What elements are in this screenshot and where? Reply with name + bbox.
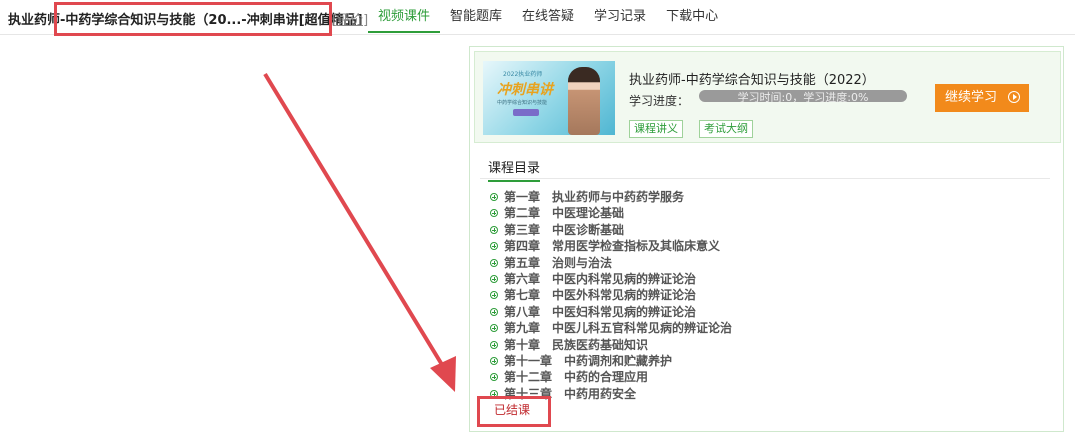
chapter-title: 执业药师与中药药学服务 bbox=[552, 190, 685, 204]
progress-label: 学习进度： bbox=[629, 94, 690, 108]
chapter-number: 第四章 bbox=[504, 239, 541, 254]
chapter-number: 第九章 bbox=[504, 321, 541, 336]
tab-smart-question-bank[interactable]: 智能题库 bbox=[440, 0, 512, 33]
chapter-item[interactable]: 第十二章 中药的合理应用 bbox=[490, 369, 732, 385]
chapter-number: 第五章 bbox=[504, 255, 541, 270]
tab-online-qa[interactable]: 在线答疑 bbox=[512, 0, 584, 33]
expand-plus-icon[interactable] bbox=[490, 209, 498, 218]
continue-learning-label: 继续学习 bbox=[945, 90, 998, 105]
chapter-title: 中医儿科五官科常见病的辨证论治 bbox=[552, 321, 733, 336]
continue-learning-button[interactable]: 继续学习 bbox=[935, 84, 1029, 112]
chapter-title: 常用医学检查指标及其临床意义 bbox=[552, 239, 721, 254]
expand-plus-icon[interactable] bbox=[490, 242, 498, 251]
chapter-item[interactable]: 第六章 中医内科常见病的辨证论治 bbox=[490, 271, 732, 287]
progress-text: 学习时间:0，学习进度:0% bbox=[737, 91, 869, 102]
expand-plus-icon[interactable] bbox=[490, 225, 498, 234]
chapter-number: 第十章 bbox=[504, 337, 541, 352]
chapter-title: 中医内科常见病的辨证论治 bbox=[552, 271, 697, 286]
chapter-item[interactable]: 第三章 中医诊断基础 bbox=[490, 222, 732, 238]
chapter-number: 第十二章 bbox=[504, 370, 553, 385]
chapter-title: 中医妇科常见病的辨证论治 bbox=[552, 304, 697, 319]
chapter-number: 第八章 bbox=[504, 304, 541, 319]
expand-plus-icon[interactable] bbox=[490, 307, 498, 316]
chapter-number: 第二章 bbox=[504, 206, 541, 221]
chapter-title: 中医理论基础 bbox=[552, 206, 625, 221]
course-card-title: 执业药师-中药学综合知识与技能（2022） bbox=[629, 73, 875, 88]
chapter-item[interactable]: 第二章 中医理论基础 bbox=[490, 205, 732, 221]
thumbnail-headline: 冲刺串讲 bbox=[497, 82, 553, 98]
expand-plus-icon[interactable] bbox=[490, 291, 498, 300]
chapter-number: 第三章 bbox=[504, 222, 541, 237]
chapter-title: 治则与治法 bbox=[552, 255, 613, 270]
chapter-number: 第十三章 bbox=[504, 386, 553, 401]
chapter-title: 民族医药基础知识 bbox=[552, 337, 649, 352]
thumbnail-subtitle: 中药学综合知识与技能 bbox=[497, 100, 548, 106]
chapter-title: 中药的合理应用 bbox=[564, 370, 649, 385]
chapter-title: 中医诊断基础 bbox=[552, 222, 625, 237]
play-icon bbox=[1008, 91, 1020, 103]
chapter-item[interactable]: 第七章 中医外科常见病的辨证论治 bbox=[490, 287, 732, 303]
rate-link[interactable]: [评价] bbox=[332, 9, 368, 28]
lecture-notes-button[interactable]: 课程讲义 bbox=[629, 120, 683, 138]
expand-plus-icon[interactable] bbox=[490, 324, 498, 333]
chapter-number: 第七章 bbox=[504, 288, 541, 303]
thumbnail-caption: 2022执业药师 bbox=[503, 71, 543, 78]
chapter-title: 中药调剂和贮藏养护 bbox=[564, 353, 673, 368]
chapter-item[interactable]: 第四章 常用医学检查指标及其临床意义 bbox=[490, 238, 732, 254]
expand-plus-icon[interactable] bbox=[490, 274, 498, 283]
chapter-number: 第一章 bbox=[504, 190, 541, 204]
expand-plus-icon[interactable] bbox=[490, 193, 498, 201]
course-thumbnail[interactable]: 2022执业药师 冲刺串讲 中药学综合知识与技能 bbox=[483, 61, 615, 135]
chapter-number: 第六章 bbox=[504, 271, 541, 286]
instructor-photo bbox=[568, 67, 600, 135]
chapter-item[interactable]: 第八章 中医妇科常见病的辨证论治 bbox=[490, 304, 732, 320]
tab-download-center[interactable]: 下载中心 bbox=[656, 0, 728, 33]
course-panel: 2022执业药师 冲刺串讲 中药学综合知识与技能 执业药师-中药学综合知识与技能… bbox=[469, 46, 1064, 432]
tab-study-records[interactable]: 学习记录 bbox=[584, 0, 656, 33]
chapter-item[interactable]: 第五章 治则与治法 bbox=[490, 255, 732, 271]
course-title: 执业药师-中药学综合知识与技能（20...-冲刺串讲[超值精品] bbox=[8, 13, 363, 28]
chapter-title: 中医外科常见病的辨证论治 bbox=[552, 288, 697, 303]
tab-bar: 视频课件 智能题库 在线答疑 学习记录 下载中心 bbox=[368, 0, 728, 34]
chapter-number: 第十一章 bbox=[504, 353, 553, 368]
expand-plus-icon[interactable] bbox=[490, 373, 498, 382]
chapter-item[interactable]: 第十三章 中药用药安全 bbox=[490, 386, 732, 402]
chapter-item[interactable]: 第一章 执业药师与中药药学服务 bbox=[490, 189, 732, 205]
top-nav: 执业药师-中药学综合知识与技能（20...-冲刺串讲[超值精品] [评价] 视频… bbox=[0, 0, 1075, 35]
expand-plus-icon[interactable] bbox=[490, 356, 498, 365]
chapter-item[interactable]: 第九章 中医儿科五官科常见病的辨证论治 bbox=[490, 320, 732, 336]
toc-divider bbox=[480, 178, 1050, 179]
exam-outline-button[interactable]: 考试大纲 bbox=[699, 120, 753, 138]
expand-plus-icon[interactable] bbox=[490, 389, 498, 398]
course-card: 2022执业药师 冲刺串讲 中药学综合知识与技能 执业药师-中药学综合知识与技能… bbox=[474, 51, 1061, 143]
expand-plus-icon[interactable] bbox=[490, 340, 498, 349]
chapter-item[interactable]: 第十一章 中药调剂和贮藏养护 bbox=[490, 353, 732, 369]
chapter-title: 中药用药安全 bbox=[564, 386, 637, 401]
chapter-list: 第一章 执业药师与中药药学服务 第二章 中医理论基础 第三章 中医诊断基础 第四章 常用… bbox=[490, 189, 732, 402]
thumbnail-badge bbox=[513, 109, 539, 116]
expand-plus-icon[interactable] bbox=[490, 258, 498, 267]
tab-video-courseware[interactable]: 视频课件 bbox=[368, 0, 441, 33]
course-status: 已结课 bbox=[494, 403, 531, 417]
progress-bar: 学习时间:0，学习进度:0% bbox=[699, 90, 907, 102]
chapter-item[interactable]: 第十章 民族医药基础知识 bbox=[490, 337, 732, 353]
